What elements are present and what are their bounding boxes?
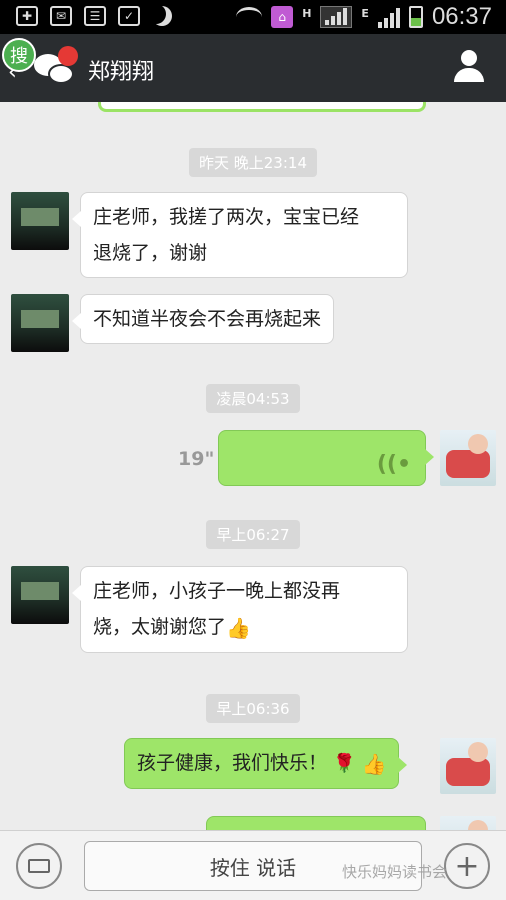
rose-icon: 🌹 [333,752,356,774]
contact-avatar[interactable] [11,192,69,250]
network-type-h: H [302,6,312,20]
watermark: 快乐妈妈读书会 [342,863,448,881]
message-bubble-received[interactable]: 庄老师，我搓了两次，宝宝已经 退烧了，谢谢 [72,192,408,278]
keyboard-toggle-button[interactable] [16,843,62,889]
timestamp: 早上06:36 [0,694,506,723]
home-icon: ⌂ [271,6,294,28]
timestamp: 早上06:27 [0,520,506,549]
status-left-icons: ✚ ✉ ☰ ✓ [16,6,172,26]
signal-strength-icon [377,6,400,28]
search-badge-icon[interactable]: 搜 [2,38,36,72]
mail-icon: ✉ [50,6,72,26]
network-type-e: E [361,6,369,20]
contact-name: 郑翔翔 [88,60,155,85]
notification-badge [58,46,78,66]
timestamp: 凌晨04:53 [0,384,506,413]
chat-header: ‹ 搜 郑翔翔 [0,34,506,102]
status-time: 06:37 [431,3,492,30]
more-options-button[interactable]: + [444,843,490,889]
voice-wave-icon: ((• [376,452,411,477]
status-right-icons: ⌂ H E 06:37 [236,3,492,31]
user-avatar[interactable] [440,738,496,794]
previous-message-bubble [98,102,426,112]
keyboard-icon [28,859,50,873]
signal-icon [320,6,353,28]
status-bar: ✚ ✉ ☰ ✓ ⌂ H E 06:37 [0,0,506,34]
wifi-icon [236,7,263,27]
message-bubble-received[interactable]: 不知道半夜会不会再烧起来 [71,294,335,344]
battery-icon [408,6,423,28]
message-bubble-sent[interactable]: 孩子健康，我们快乐！ 🌹 👍 [124,738,408,789]
shield-icon: ✓ [118,6,140,26]
user-avatar[interactable] [440,816,496,830]
voice-duration: 19" [178,448,215,470]
timestamp: 昨天 晚上23:14 [0,148,506,177]
profile-icon[interactable] [452,50,486,86]
wechat-logo-icon [34,46,78,86]
message-bubble-received[interactable]: 庄老师，小孩子一晚上都没再 烧，太谢谢您了👍 [72,566,408,653]
thumbs-up-icon: 👍 [226,615,251,640]
input-bar: 按住 说话 + 快乐妈妈读书会 [0,830,506,900]
voice-message-bubble[interactable]: ((• [218,430,434,486]
thumbs-up-icon: 👍 [361,751,387,776]
moon-icon [152,6,172,26]
message-bubble-sent[interactable] [206,816,426,830]
user-avatar[interactable] [440,430,496,486]
contact-avatar[interactable] [11,566,69,624]
contact-avatar[interactable] [11,294,69,352]
clipboard-icon: ☰ [84,6,106,26]
chat-area[interactable]: 昨天 晚上23:14 庄老师，我搓了两次，宝宝已经 退烧了，谢谢 不知道半夜会不… [0,102,506,830]
add-icon: ✚ [16,6,38,26]
